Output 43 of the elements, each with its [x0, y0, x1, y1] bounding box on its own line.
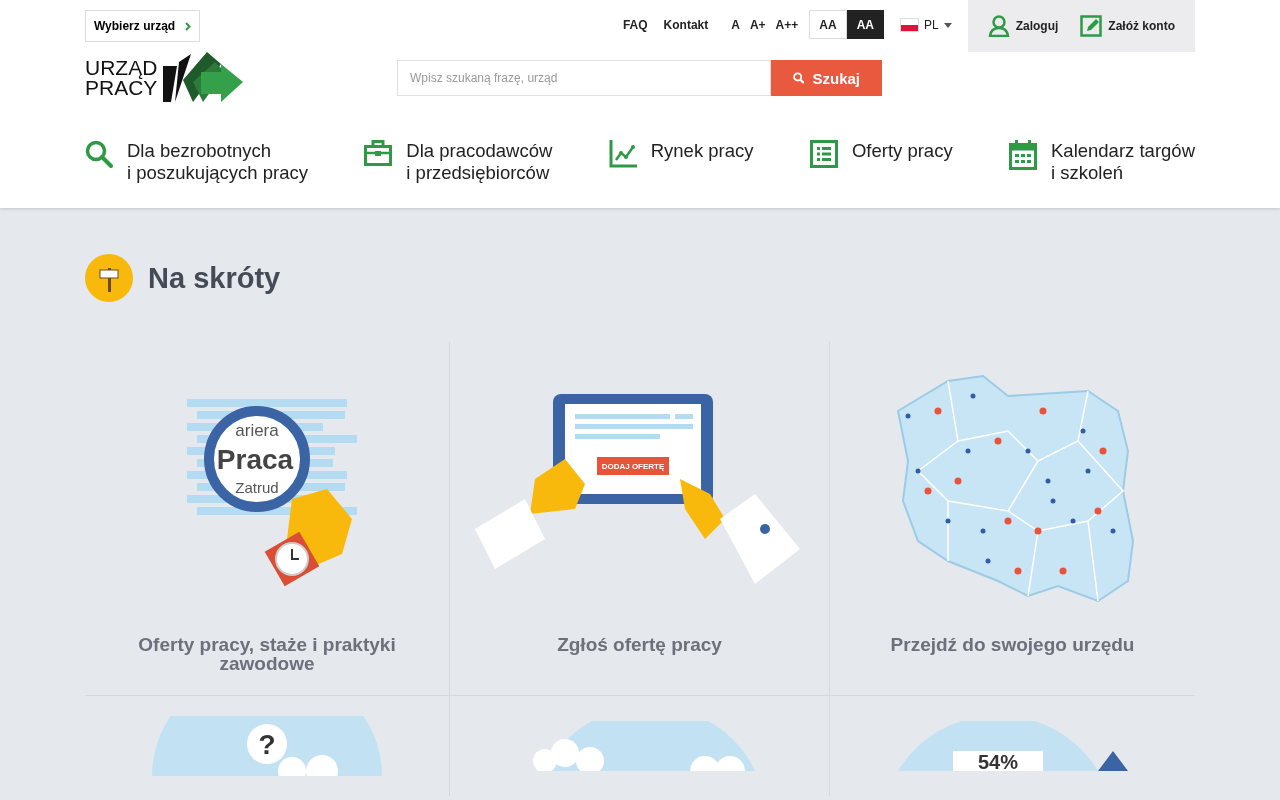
choose-office-button[interactable]: Wybierz urząd: [85, 10, 201, 42]
logo-text: URZĄD PRACY: [85, 58, 158, 98]
search-icon: [85, 140, 113, 168]
contrast-option[interactable]: AA: [846, 10, 884, 39]
line-chart-icon: [608, 140, 637, 168]
login-link[interactable]: Zaloguj: [987, 15, 1059, 37]
tile-label: Zgłoś ofertę pracy: [556, 635, 723, 657]
question-clouds-drawing: ?: [152, 716, 382, 776]
shortcut-tile[interactable]: ariera Praca Zatrud Oferty pracy, staże i praktyki zawodowe: [85, 342, 450, 696]
language-selector[interactable]: PL: [883, 10, 952, 32]
magnifier-watch-drawing: ariera Praca Zatrud: [167, 388, 367, 589]
chevron-right-icon: [185, 21, 192, 31]
stats-chart-drawing: 54%: [897, 721, 1128, 771]
calendar-icon: [1009, 140, 1037, 170]
search-field[interactable]: Wpisz szukaną frazę, urząd: [397, 60, 771, 96]
nav-link[interactable]: Dla pracodawców i przedsiębiorców: [406, 140, 553, 184]
font-size-option[interactable]: A+: [744, 10, 771, 40]
shortcut-tile[interactable]: DODAJ OFERTĘ Zgłoś ofertę pracy: [450, 342, 830, 696]
contrast-option[interactable]: AA: [809, 10, 847, 39]
user-icon: [987, 15, 1010, 37]
font-size-option[interactable]: A++: [770, 10, 804, 40]
nav-link[interactable]: Dla bezrobotnych i poszukujących pracy: [127, 140, 308, 184]
logo-arrows-icon: [163, 52, 244, 104]
shortcut-tile[interactable]: 54%: [830, 696, 1195, 796]
shortcut-tile[interactable]: ?: [85, 696, 450, 796]
nav-link[interactable]: Oferty pracy: [851, 140, 953, 162]
top-link[interactable]: FAQ: [614, 10, 656, 40]
briefcase-icon: [364, 140, 393, 166]
tablet-hands-drawing: DODAJ OFERTĘ: [474, 388, 805, 589]
font-size-option[interactable]: A: [726, 10, 745, 40]
edit-icon: [1080, 15, 1103, 37]
register-link[interactable]: Załóż konto: [1080, 15, 1175, 37]
nav-link[interactable]: Rynek pracy: [650, 140, 754, 162]
tile-label: Przejdź do swojego urzędu: [889, 635, 1136, 657]
search-button[interactable]: Szukaj: [771, 60, 882, 96]
signpost-icon: [85, 254, 133, 302]
nav-link[interactable]: Kalendarz targów i szkoleń: [1051, 140, 1195, 184]
list-icon: [809, 140, 838, 168]
shortcut-tile[interactable]: Przejdź do swojego urzędu: [830, 342, 1195, 696]
section-title: Na skróty: [148, 261, 281, 295]
top-link[interactable]: Kontakt: [655, 10, 717, 40]
tile-label: Oferty pracy, staże i praktyki zawodowe: [137, 635, 397, 676]
search-icon: [793, 70, 805, 86]
